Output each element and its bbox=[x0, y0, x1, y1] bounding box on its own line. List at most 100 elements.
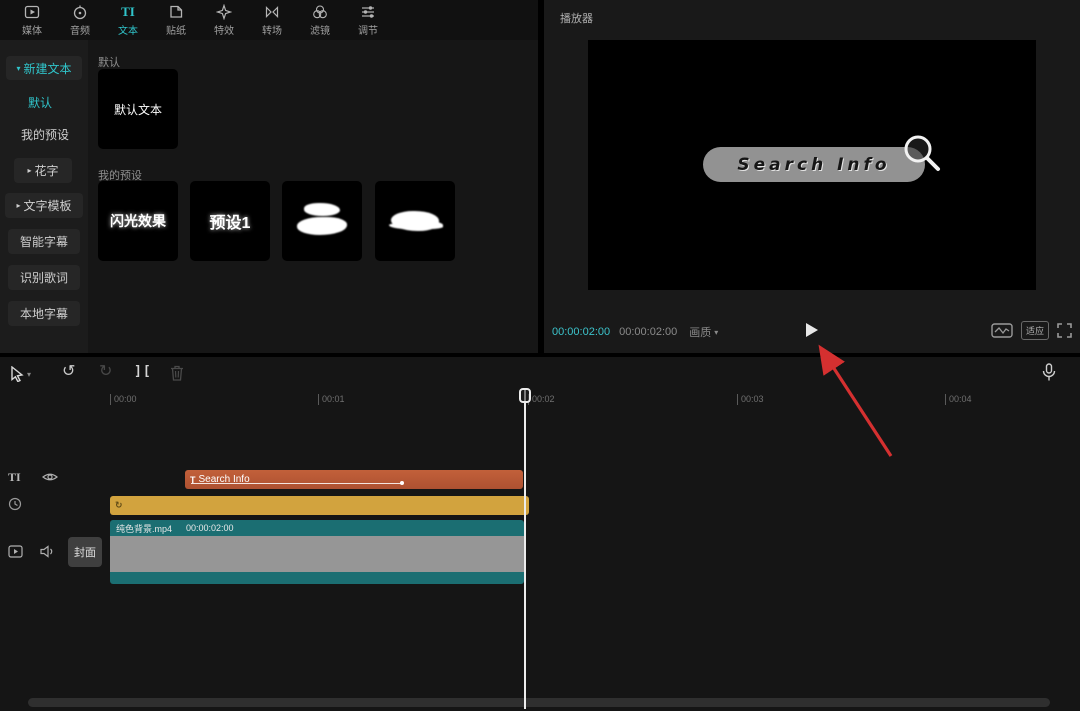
magnifier-icon bbox=[899, 131, 945, 177]
ruler-tick: 00:04 bbox=[945, 394, 972, 405]
cover-button[interactable]: 封面 bbox=[68, 537, 102, 567]
sidebar-item-text-template[interactable]: ▸ 文字模板 bbox=[5, 193, 83, 218]
sidebar-item-label: 文字模板 bbox=[24, 197, 72, 214]
sidebar-item-label: 默认 bbox=[28, 94, 52, 111]
total-duration: 00:00:02:00 bbox=[619, 326, 677, 338]
player-panel: 播放器 Search Info 00:00:02:00 00:00:02:00 … bbox=[544, 0, 1080, 353]
preset-tile-styled-1[interactable] bbox=[282, 181, 362, 261]
toggle-visibility-button[interactable] bbox=[42, 471, 58, 483]
sidebar-item-label: 花字 bbox=[35, 162, 59, 179]
preset-library: 默认 默认文本 我的预设 闪光效果 预设1 bbox=[88, 40, 538, 353]
filter-icon bbox=[312, 4, 328, 20]
effect-clip-icon: ↻ bbox=[115, 500, 123, 511]
sidebar-item-label: 智能字幕 bbox=[20, 233, 68, 250]
sidebar-item-local-captions[interactable]: 本地字幕 bbox=[8, 301, 80, 326]
ruler-tick: 00:01 bbox=[318, 394, 345, 405]
toolbar-item-effects[interactable]: 特效 bbox=[200, 1, 248, 39]
video-track-icon bbox=[8, 545, 23, 558]
quality-label: 画质 bbox=[689, 324, 711, 340]
video-clip-name: 纯色背景.mp4 bbox=[116, 522, 172, 535]
preset-tile-art bbox=[292, 201, 352, 241]
preset-tile-flash-effect[interactable]: 闪光效果 bbox=[98, 181, 178, 261]
timeline-panel: ▾ ↺ ↻ ][ 00:00 00:01 00:02 00:03 00:04 T… bbox=[0, 355, 1080, 711]
text-clip-search-info[interactable]: T Search Info bbox=[185, 470, 523, 489]
player-view-controls: 适应 bbox=[991, 321, 1072, 340]
animation-duration-handle[interactable] bbox=[400, 481, 404, 485]
toolbar-item-transition[interactable]: 转场 bbox=[248, 1, 296, 39]
toolbar-item-text[interactable]: TI 文本 bbox=[104, 1, 152, 39]
video-preview: Search Info bbox=[588, 40, 1036, 290]
play-button[interactable] bbox=[802, 320, 822, 340]
eye-icon bbox=[42, 471, 58, 483]
animation-duration-line bbox=[191, 483, 401, 484]
current-time: 00:00:02:00 bbox=[552, 326, 610, 338]
undo-button[interactable]: ↺ bbox=[62, 364, 75, 380]
microphone-icon bbox=[1042, 363, 1056, 382]
audio-icon bbox=[72, 4, 88, 20]
text-panel-sidebar: ▾ 新建文本 默认 我的预设 ▸ 花字 ▸ 文字模板 智能字幕 识别歌词 bbox=[0, 40, 88, 353]
scopes-button[interactable] bbox=[991, 323, 1013, 338]
cursor-icon bbox=[10, 366, 24, 382]
toolbar-item-label: 调节 bbox=[358, 22, 378, 37]
toolbar-item-adjust[interactable]: 调节 bbox=[344, 1, 392, 39]
text-track-icon: TI bbox=[8, 471, 21, 484]
sticker-icon bbox=[168, 4, 184, 20]
preset-tile-default-text[interactable]: 默认文本 bbox=[98, 69, 178, 149]
text-icon: TI bbox=[121, 4, 135, 20]
fullscreen-button[interactable] bbox=[1057, 323, 1072, 338]
preset-tile-styled-2[interactable] bbox=[375, 181, 455, 261]
chevron-right-icon: ▸ bbox=[16, 201, 20, 210]
toolbar-item-sticker[interactable]: 贴纸 bbox=[152, 1, 200, 39]
toolbar-item-label: 媒体 bbox=[22, 22, 42, 37]
split-button[interactable]: ][ bbox=[134, 364, 152, 379]
video-clip-background[interactable]: 纯色背景.mp4 00:00:02:00 bbox=[110, 520, 524, 584]
chevron-down-icon: ▾ bbox=[16, 64, 20, 73]
section-title-default: 默认 bbox=[98, 54, 120, 70]
record-voiceover-button[interactable] bbox=[1042, 363, 1056, 382]
playhead-handle[interactable] bbox=[519, 388, 531, 403]
toolbar-item-label: 贴纸 bbox=[166, 22, 186, 37]
quality-dropdown[interactable]: 画质 ▾ bbox=[689, 324, 721, 340]
chevron-down-icon: ▾ bbox=[27, 370, 31, 379]
fit-button[interactable]: 适应 bbox=[1021, 321, 1049, 340]
toolbar-item-label: 音频 bbox=[70, 22, 90, 37]
chevron-right-icon: ▸ bbox=[27, 166, 31, 175]
toolbar-item-label: 滤镜 bbox=[310, 22, 330, 37]
mute-track-button[interactable] bbox=[40, 545, 55, 558]
sidebar-item-new-text[interactable]: ▾ 新建文本 bbox=[6, 56, 82, 80]
ruler-tick: 00:00 bbox=[110, 394, 137, 405]
preview-text-overlay[interactable]: Search Info bbox=[703, 147, 925, 182]
playhead-line bbox=[524, 389, 526, 709]
media-icon bbox=[24, 4, 40, 20]
preset-tile-preset1[interactable]: 预设1 bbox=[190, 181, 270, 261]
select-tool-button[interactable]: ▾ bbox=[10, 366, 31, 382]
sidebar-item-label: 识别歌词 bbox=[20, 269, 68, 286]
toolbar-item-label: 文本 bbox=[118, 22, 138, 37]
redo-button[interactable]: ↻ bbox=[99, 364, 112, 380]
toolbar-item-media[interactable]: 媒体 bbox=[8, 1, 56, 39]
sidebar-item-fancy-text[interactable]: ▸ 花字 bbox=[14, 158, 72, 183]
delete-button[interactable] bbox=[170, 365, 184, 381]
timeline-scrollbar[interactable] bbox=[28, 698, 1050, 707]
preset-tile-label: 闪光效果 bbox=[110, 211, 166, 231]
effect-clip[interactable]: ↻ bbox=[110, 496, 529, 515]
sidebar-item-smart-captions[interactable]: 智能字幕 bbox=[8, 229, 80, 254]
transition-icon bbox=[264, 4, 280, 20]
video-clip-duration: 00:00:02:00 bbox=[186, 523, 234, 533]
video-clip-footer bbox=[110, 572, 524, 584]
video-clip-header: 纯色背景.mp4 00:00:02:00 bbox=[110, 520, 524, 536]
speaker-icon bbox=[40, 545, 55, 558]
preset-tile-art bbox=[385, 201, 445, 241]
main-toolbar: 媒体 音频 TI 文本 贴纸 特效 转场 bbox=[0, 0, 538, 40]
player-time-group: 00:00:02:00 00:00:02:00 画质 ▾ bbox=[552, 324, 721, 340]
toolbar-item-filter[interactable]: 滤镜 bbox=[296, 1, 344, 39]
sidebar-item-recognize-lyrics[interactable]: 识别歌词 bbox=[8, 265, 80, 290]
sidebar-item-my-presets[interactable]: 我的预设 bbox=[21, 125, 69, 143]
toolbar-item-label: 特效 bbox=[214, 22, 234, 37]
sidebar-item-default[interactable]: 默认 bbox=[28, 93, 52, 111]
ruler-tick: 00:03 bbox=[737, 394, 764, 405]
sidebar-item-label: 新建文本 bbox=[24, 60, 72, 77]
toolbar-item-audio[interactable]: 音频 bbox=[56, 1, 104, 39]
toolbar-item-label: 转场 bbox=[262, 22, 282, 37]
video-editor-window: 媒体 音频 TI 文本 贴纸 特效 转场 bbox=[0, 0, 1080, 711]
